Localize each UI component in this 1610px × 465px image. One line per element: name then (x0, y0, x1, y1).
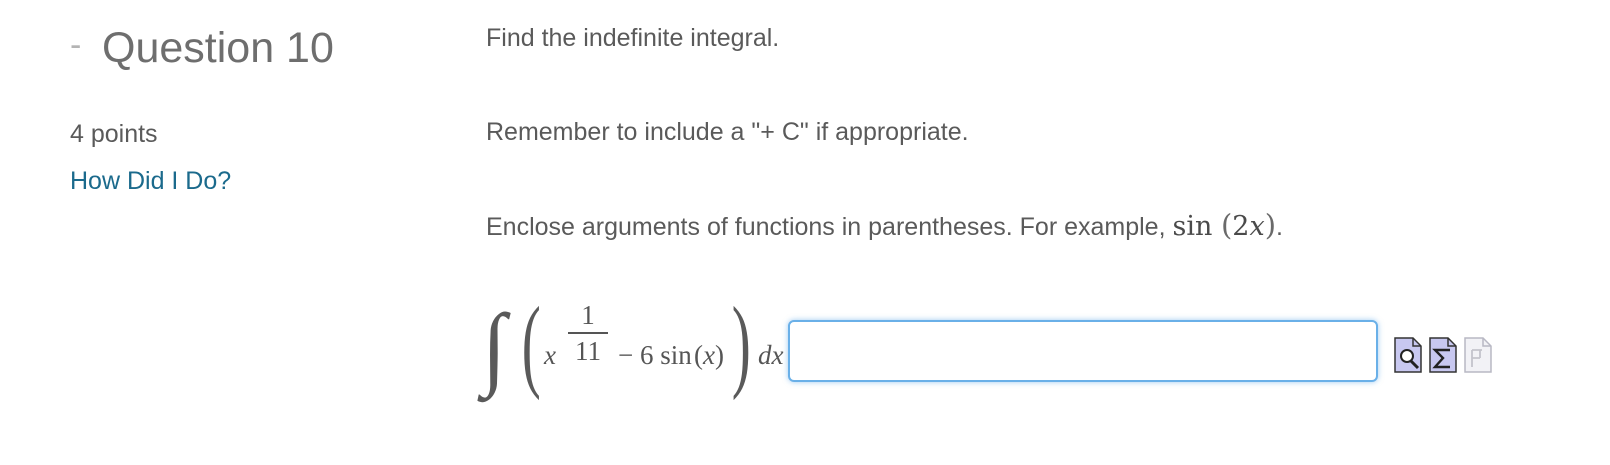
exponent-denominator: 11 (575, 336, 601, 366)
instruction-parentheses: Enclose arguments of functions in parent… (486, 208, 1283, 242)
sin-arg-open: ( (694, 340, 704, 370)
exponent-fraction: 1 11 (568, 300, 608, 366)
exponent-numerator: 1 (581, 300, 595, 330)
question-title: Question 10 (102, 24, 334, 72)
how-did-i-do-link[interactable]: How Did I Do? (70, 167, 231, 196)
example-fn: sin (1172, 211, 1213, 242)
example-math: sin (2x) (1172, 208, 1277, 242)
question-heading: - Question 10 (70, 22, 430, 74)
question-sidebar: - Question 10 4 points How Did I Do? (70, 22, 430, 196)
sin-arg-close: ) (715, 340, 724, 370)
sigma-equation-icon[interactable] (1428, 336, 1458, 374)
integral-expression: ∫ ( x 1 11 − 6 sin (x) ) dx (482, 292, 816, 420)
minus-sin-term: − 6 sin (618, 340, 692, 370)
question-page: - Question 10 4 points How Did I Do? Fin… (0, 0, 1610, 465)
example-arg-var: x (1249, 211, 1265, 242)
integrand-paren-open: ( (521, 286, 541, 401)
pi-icon-disabled (1463, 336, 1493, 374)
question-points: 4 points (70, 120, 158, 148)
fraction-bar (568, 332, 608, 334)
instruction-find-integral: Find the indefinite integral. (486, 24, 780, 52)
example-paren-open: ( (1220, 208, 1233, 242)
integrand-rest: − 6 sin (x) (618, 340, 724, 371)
answer-input[interactable] (788, 320, 1378, 382)
sin-arg-var: x (703, 340, 715, 370)
preview-magnifier-icon[interactable] (1393, 336, 1423, 374)
collapse-toggle-icon[interactable]: - (70, 28, 102, 62)
instruction-period: . (1276, 213, 1283, 241)
example-arg-coef: 2 (1232, 211, 1250, 242)
integrand-paren-close: ) (731, 286, 751, 401)
instruction-parentheses-text: Enclose arguments of functions in parent… (486, 213, 1173, 241)
example-paren-close: ) (1264, 208, 1277, 242)
differential: dx (758, 340, 784, 370)
integral-sign: ∫ (482, 296, 507, 399)
answer-tools (1393, 336, 1493, 374)
integrand-base-var: x (544, 340, 556, 370)
instruction-plus-c: Remember to include a "+ C" if appropria… (486, 118, 969, 146)
